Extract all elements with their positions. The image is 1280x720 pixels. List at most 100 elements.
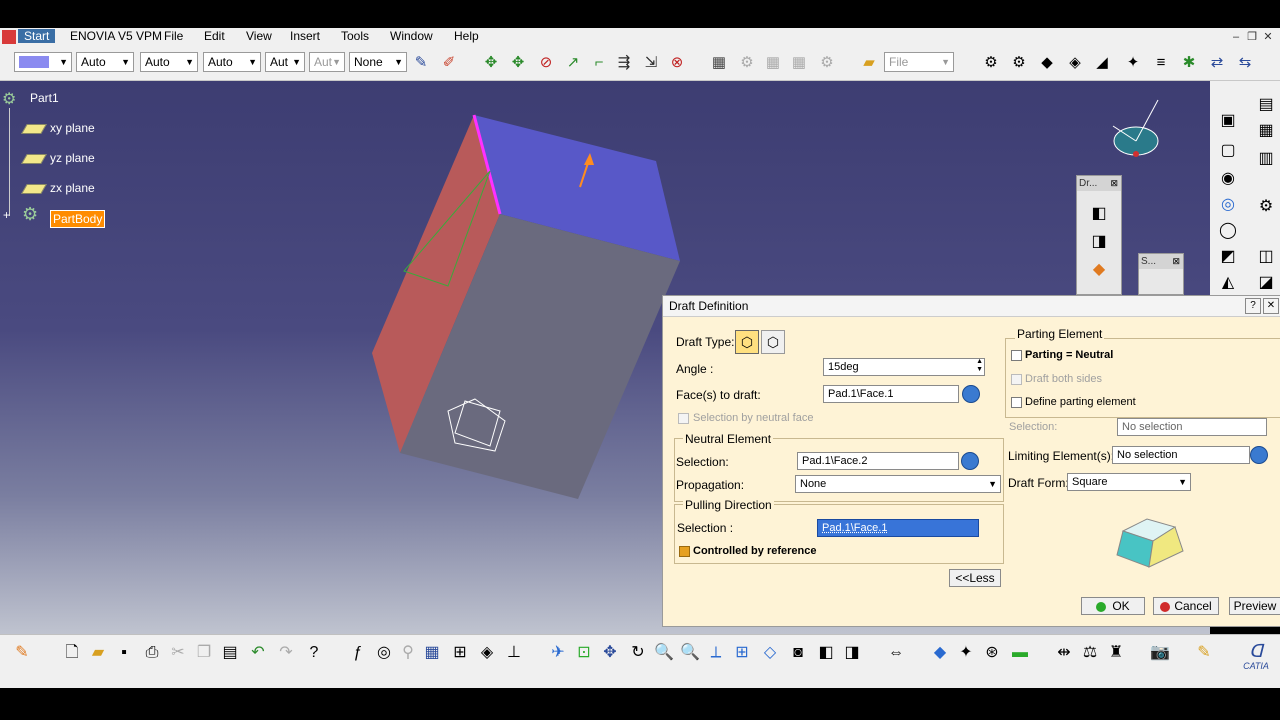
mesh-icon[interactable]: ⊛ xyxy=(982,643,1002,663)
stiffener-icon[interactable]: ◩ xyxy=(1218,247,1238,267)
preview-button[interactable]: Preview xyxy=(1229,597,1280,615)
scan-icon[interactable]: ◈ xyxy=(477,643,497,663)
menu-help[interactable]: Help xyxy=(454,29,479,43)
link-icon[interactable]: ⇄ xyxy=(1208,54,1226,72)
menu-insert[interactable]: Insert xyxy=(290,29,320,43)
shaft-icon[interactable]: ◉ xyxy=(1218,169,1238,189)
normal-view-icon[interactable]: ⟂ xyxy=(706,643,726,663)
grid-disabled-icon[interactable]: ▦ xyxy=(790,54,808,72)
web-icon[interactable]: ⇆ xyxy=(1236,54,1254,72)
rib-icon[interactable]: ◯ xyxy=(1218,221,1238,241)
pad-icon[interactable]: ▣ xyxy=(1218,111,1238,131)
spinner-icon[interactable]: ▲ ▼ xyxy=(976,358,983,374)
ok-button[interactable]: OK xyxy=(1081,597,1145,615)
loft-icon[interactable]: ◭ xyxy=(1218,273,1238,293)
tree-item-partbody[interactable]: PartBody xyxy=(50,210,105,228)
rotate-icon[interactable]: ✥ xyxy=(509,54,527,72)
angle-input[interactable]: 15deg ▲ ▼ xyxy=(823,358,985,376)
measure-icon[interactable]: ⇲ xyxy=(642,54,660,72)
menu-enovia[interactable]: ENOVIA V5 VPM xyxy=(70,29,162,43)
tree-item-yz-plane[interactable]: yz plane xyxy=(50,151,95,165)
hole-icon[interactable]: ◎ xyxy=(1218,195,1238,215)
compass[interactable] xyxy=(1108,96,1164,172)
painter-icon[interactable]: ✎ xyxy=(412,54,430,72)
less-button[interactable]: <<Less xyxy=(949,569,1001,587)
folder-icon[interactable]: ▰ xyxy=(860,54,878,72)
parting-neutral-checkbox[interactable] xyxy=(1011,350,1022,361)
color-select[interactable]: ▼ xyxy=(14,52,72,72)
close-icon[interactable]: ⊠ xyxy=(1172,256,1180,267)
part-icon[interactable]: ⚙ xyxy=(2,89,16,109)
edit-list-icon[interactable] xyxy=(961,452,979,470)
sheet-metal-icon[interactable]: ◆ xyxy=(1038,54,1056,72)
fit-all-icon[interactable]: ⊡ xyxy=(574,643,594,663)
fly-icon[interactable]: ✈ xyxy=(548,643,568,663)
gear-disabled-icon[interactable]: ⚙ xyxy=(738,54,756,72)
limiting-elements-input[interactable]: No selection xyxy=(1112,446,1250,464)
table-disabled-icon[interactable]: ▦ xyxy=(764,54,782,72)
menu-tools[interactable]: Tools xyxy=(341,29,369,43)
measure-item-icon[interactable]: ⇹ xyxy=(1054,643,1074,663)
help-icon[interactable]: ? xyxy=(1245,298,1261,314)
linetype-select-4[interactable]: Aut ▼ xyxy=(265,52,305,72)
restore-icon[interactable]: ❐ xyxy=(1244,30,1260,43)
pocket-icon[interactable]: ▢ xyxy=(1218,141,1238,161)
workbench-icon[interactable]: ✎ xyxy=(12,643,32,663)
draft-form-select[interactable]: Square ▼ xyxy=(1067,473,1191,491)
gears-icon[interactable]: ⚙ xyxy=(1010,54,1028,72)
shell-icon[interactable]: ◫ xyxy=(1256,247,1276,267)
linetype-select-1[interactable]: Auto ▼ xyxy=(76,52,134,72)
corner-icon[interactable]: ⌐ xyxy=(590,54,608,72)
axis-icon[interactable]: ⊥ xyxy=(504,643,524,663)
cancel-button[interactable]: Cancel xyxy=(1153,597,1219,615)
file-select[interactable]: File ▼ xyxy=(884,52,954,72)
redo-icon[interactable]: ↷ xyxy=(276,643,296,663)
wireframe-icon[interactable]: ✦ xyxy=(1124,54,1142,72)
menu-view[interactable]: View xyxy=(246,29,272,43)
draft-icon[interactable]: ▥ xyxy=(1256,149,1276,169)
propagation-select[interactable]: None ▼ xyxy=(795,475,1001,493)
linetype-select-3[interactable]: Auto ▼ xyxy=(203,52,261,72)
surface-icon[interactable]: ◈ xyxy=(1066,54,1084,72)
save-icon[interactable]: ▪ xyxy=(114,643,134,663)
draft-reflect-icon[interactable]: ◨ xyxy=(1089,232,1109,252)
new-icon[interactable]: 🗋 xyxy=(62,643,82,663)
material-icon[interactable]: ▬ xyxy=(1010,643,1030,663)
fillet-icon[interactable]: ▤ xyxy=(1256,95,1276,115)
draft-angle-icon[interactable]: ◧ xyxy=(1089,204,1109,224)
draft-type-neutral-button[interactable]: ⬡ xyxy=(735,330,759,354)
tree-root-part1[interactable]: Part1 xyxy=(30,91,59,105)
tree-item-xy-plane[interactable]: xy plane xyxy=(50,121,95,135)
faces-to-draft-input[interactable]: Pad.1\Face.1 xyxy=(823,385,959,403)
grid-icon[interactable]: ▦ xyxy=(422,643,442,663)
minimize-icon[interactable]: ‒ xyxy=(1228,31,1244,43)
inertia-icon[interactable]: ⚖ xyxy=(1080,643,1100,663)
constraint-icon[interactable]: ⊗ xyxy=(668,54,686,72)
edit-list-icon[interactable] xyxy=(1250,446,1268,464)
formula-icon[interactable]: ƒ xyxy=(348,643,368,663)
brush-icon[interactable]: ✐ xyxy=(440,54,458,72)
menu-file[interactable]: File xyxy=(164,29,183,43)
close-icon[interactable]: ✕ xyxy=(1260,30,1276,43)
symmetry-icon[interactable]: ⊘ xyxy=(537,54,555,72)
thread-icon[interactable]: ♜ xyxy=(1106,643,1126,663)
linetype-select-2[interactable]: Auto ▼ xyxy=(140,52,198,72)
parting-selection-input[interactable]: No selection xyxy=(1117,418,1267,436)
blade-icon[interactable]: ◢ xyxy=(1093,54,1111,72)
shading-icon[interactable]: ◙ xyxy=(788,643,808,663)
law-icon[interactable]: ⚲ xyxy=(398,643,418,663)
thickness-icon[interactable]: ◪ xyxy=(1256,273,1276,293)
variable-draft-icon[interactable]: ◆ xyxy=(1089,260,1109,280)
tree-icon[interactable]: ⊞ xyxy=(450,643,470,663)
pulling-selection-input[interactable]: Pad.1\Face.1 xyxy=(817,519,979,537)
draft-both-sides-checkbox[interactable] xyxy=(1011,374,1022,385)
offset-icon[interactable]: ⇶ xyxy=(615,54,633,72)
layers-icon[interactable]: ≡ xyxy=(1152,54,1170,72)
iso-view-icon[interactable]: ◇ xyxy=(760,643,780,663)
paste-icon[interactable]: ▤ xyxy=(220,643,240,663)
measure-between-icon[interactable]: ⇔ xyxy=(886,643,906,663)
menu-window[interactable]: Window xyxy=(390,29,433,43)
menu-start[interactable]: Start xyxy=(18,29,55,43)
settings-disabled-icon[interactable]: ⚙ xyxy=(818,54,836,72)
chamfer-icon[interactable]: ▦ xyxy=(1256,121,1276,141)
